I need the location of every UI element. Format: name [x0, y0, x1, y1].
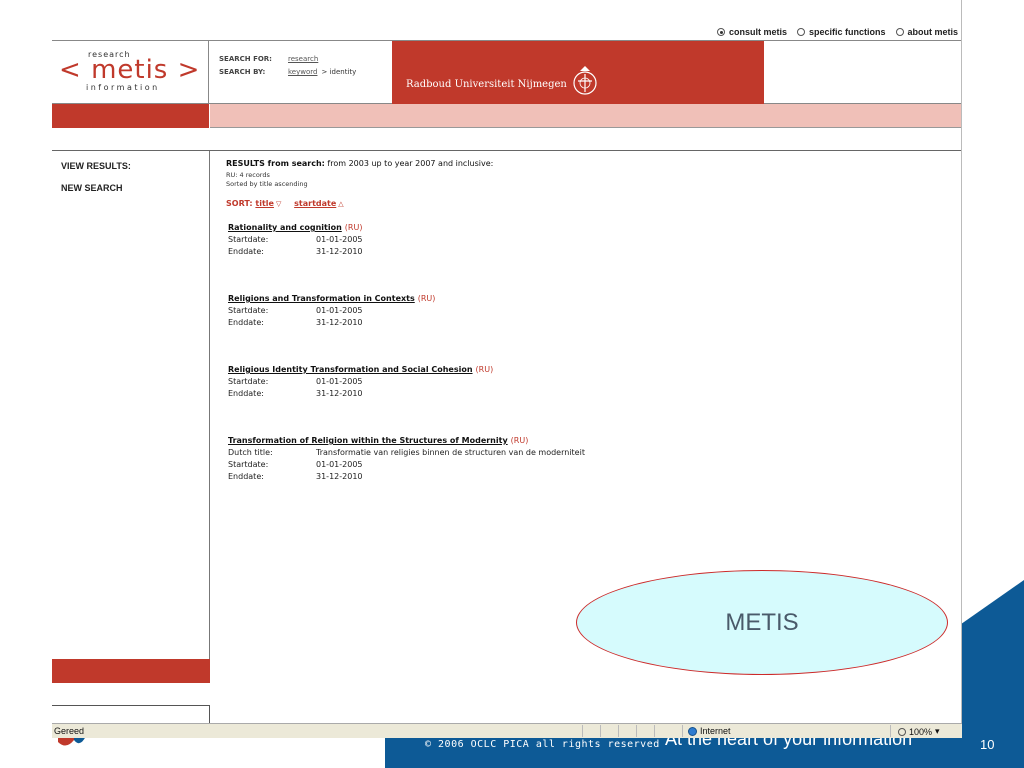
option-consult-metis[interactable]: consult metis: [717, 27, 787, 37]
results-heading: RESULTS from search: from 2003 up to yea…: [226, 159, 494, 168]
field-label: Enddate:: [228, 389, 264, 398]
sort-title-link[interactable]: title: [255, 199, 274, 208]
status-divider: [682, 725, 683, 737]
zone-label: Internet: [700, 726, 731, 736]
field-label: Startdate:: [228, 235, 269, 244]
field-value: 01-01-2005: [316, 460, 363, 469]
option-about-metis[interactable]: about metis: [895, 27, 959, 37]
list-item: Transformation of Religion within the St…: [228, 436, 585, 481]
search-summary: SEARCH FOR: research SEARCH BY: keyword …: [210, 41, 392, 104]
record-title-link[interactable]: Rationality and cognition: [228, 223, 342, 232]
list-item: Religions and Transformation in Contexts…: [228, 294, 435, 327]
sidebar: VIEW RESULTS: NEW SEARCH: [52, 151, 210, 683]
record-title-link[interactable]: Religious Identity Transformation and So…: [228, 365, 473, 374]
field-label: Dutch title:: [228, 448, 273, 457]
sort-desc-icon[interactable]: ▽: [276, 200, 281, 208]
nav-band-right: [210, 104, 961, 128]
slide-page-number: 10: [980, 737, 995, 752]
sidebar-footer-band: [52, 659, 210, 683]
radio-selected-icon[interactable]: [717, 28, 725, 36]
nav-band-left: [52, 104, 209, 128]
option-label: specific functions: [809, 27, 886, 37]
record-title-link[interactable]: Transformation of Religion within the St…: [228, 436, 508, 445]
metis-callout: METIS: [576, 570, 948, 675]
field-value: 31-12-2010: [316, 472, 363, 481]
site-header: research < metis > information SEARCH FO…: [52, 40, 961, 104]
record-tag: (RU): [344, 223, 363, 232]
field-value: 31-12-2010: [316, 389, 363, 398]
search-for-link[interactable]: research: [288, 55, 318, 63]
logo-bottom-text: information: [86, 83, 160, 92]
record-tag: (RU): [510, 436, 529, 445]
university-banner: Radboud Universiteit Nijmegen: [392, 41, 764, 104]
option-label: consult metis: [729, 27, 788, 37]
field-label: Enddate:: [228, 318, 264, 327]
status-divider: [636, 725, 637, 737]
radio-icon[interactable]: [895, 28, 904, 36]
search-by-path: > identity: [321, 68, 357, 76]
search-by-link[interactable]: keyword: [288, 68, 317, 76]
field-label: Startdate:: [228, 377, 269, 386]
search-by-label: SEARCH BY:: [219, 68, 266, 76]
field-label: Enddate:: [228, 247, 264, 256]
callout-text: METIS: [725, 608, 799, 636]
list-item: Religious Identity Transformation and So…: [228, 365, 493, 398]
record-tag: (RU): [417, 294, 436, 303]
globe-icon: [688, 726, 697, 736]
sort-asc-icon[interactable]: △: [338, 200, 343, 208]
footer-copyright: © 2006 OCLC PICA all rights reserved: [425, 739, 660, 750]
option-label: about metis: [907, 27, 959, 37]
field-label: Startdate:: [228, 460, 269, 469]
browser-status-bar: Gereed Internet 100% ▾: [52, 723, 962, 738]
search-by-line: SEARCH BY: keyword > identity: [219, 68, 356, 76]
sort-bar: SORT: title ▽ startdate △: [226, 199, 354, 208]
top-options: consult metis specific functions about m…: [717, 25, 958, 39]
radio-icon[interactable]: [797, 28, 806, 36]
status-text: Gereed: [54, 726, 85, 736]
search-for-label: SEARCH FOR:: [219, 55, 272, 63]
zoom-icon: [898, 727, 906, 736]
field-value: 01-01-2005: [316, 235, 363, 244]
field-label: Enddate:: [228, 472, 264, 481]
record-title-link[interactable]: Religions and Transformation in Contexts: [228, 294, 415, 303]
zoom-level: 100%: [909, 726, 933, 737]
chevron-down-icon[interactable]: ▾: [935, 726, 940, 737]
option-specific-functions[interactable]: specific functions: [797, 27, 886, 37]
status-divider: [600, 725, 601, 737]
field-value: 01-01-2005: [316, 377, 363, 386]
status-divider: [582, 725, 583, 737]
sidebar-view-results[interactable]: VIEW RESULTS:: [61, 161, 131, 171]
list-item: Rationality and cognition (RU) Startdate:…: [228, 223, 363, 256]
sidebar-new-search[interactable]: NEW SEARCH: [61, 183, 123, 193]
status-divider: [890, 725, 891, 737]
field-value: 01-01-2005: [316, 306, 363, 315]
metis-logo[interactable]: research < metis > information: [52, 41, 209, 104]
status-divider: [618, 725, 619, 737]
search-for-line: SEARCH FOR: research: [219, 55, 318, 63]
status-divider: [654, 725, 655, 737]
results-sorted-by: Sorted by title ascending: [226, 180, 308, 188]
results-count: RU: 4 records: [226, 171, 270, 179]
field-value: 31-12-2010: [316, 318, 363, 327]
sort-startdate-link[interactable]: startdate: [294, 199, 336, 208]
record-tag: (RU): [475, 365, 494, 374]
zoom-control[interactable]: 100% ▾: [898, 726, 940, 737]
field-value: 31-12-2010: [316, 247, 363, 256]
logo-wordmark: < metis >: [59, 55, 201, 85]
zone-indicator: Internet: [688, 726, 731, 736]
field-value: Transformatie van religies binnen de str…: [316, 448, 585, 457]
field-label: Startdate:: [228, 306, 269, 315]
sidebar-footer-box: [52, 705, 210, 725]
sort-label: SORT:: [226, 199, 253, 208]
university-seal-icon: [573, 66, 597, 95]
university-name: Radboud Universiteit Nijmegen: [406, 79, 567, 90]
